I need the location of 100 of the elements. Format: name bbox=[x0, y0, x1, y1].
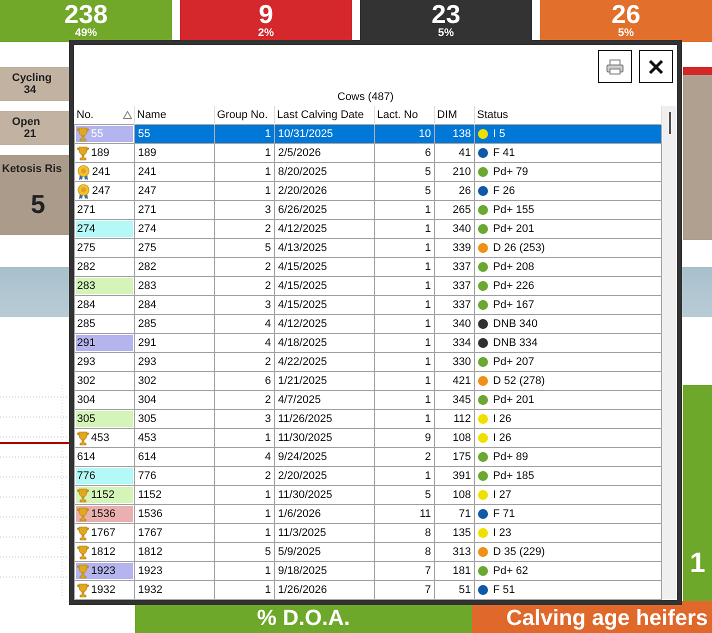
status-text: Pd+ 208 bbox=[493, 261, 534, 273]
table-row[interactable]: 285 285 4 4/12/2025 1 340 DNB 340 bbox=[74, 314, 662, 334]
cow-number: 304 bbox=[77, 394, 96, 406]
trophy-icon bbox=[77, 506, 89, 522]
status-text: F 71 bbox=[493, 508, 516, 520]
cow-number: 1152 bbox=[91, 489, 115, 501]
tile-count: 21 bbox=[22, 128, 38, 140]
status-text: D 26 (253) bbox=[493, 242, 545, 254]
trophy-icon bbox=[77, 126, 89, 142]
status-text: Pd+ 201 bbox=[493, 394, 534, 406]
tile-percent: 2% bbox=[258, 27, 274, 39]
summary-tile[interactable]: 9 2% bbox=[180, 0, 352, 42]
table-row[interactable]: 275 275 5 4/13/2025 1 339 D 26 (253) bbox=[74, 238, 662, 258]
status-text: DNB 334 bbox=[493, 337, 538, 349]
status-text: D 52 (278) bbox=[493, 375, 545, 387]
status-text: Pd+ 79 bbox=[493, 166, 528, 178]
column-header[interactable]: Name bbox=[137, 109, 166, 121]
trophy-icon bbox=[77, 564, 89, 578]
table-row[interactable]: 283 283 2 4/15/2025 1 337 Pd+ 226 bbox=[74, 276, 662, 296]
table-row[interactable]: 189 189 1 2/5/2026 6 41 F 41 bbox=[74, 144, 662, 162]
column-header[interactable]: Last Calving Date bbox=[277, 109, 364, 121]
column-header[interactable]: Status bbox=[477, 109, 508, 121]
status-text: F 51 bbox=[493, 584, 516, 596]
table-row[interactable]: 1812 1812 5 5/9/2025 8 313 D 35 (229) bbox=[74, 542, 662, 562]
cow-number: 274 bbox=[77, 223, 96, 235]
cow-number: 302 bbox=[77, 375, 96, 387]
column-header[interactable]: No. bbox=[76, 109, 94, 121]
sort-ascending-icon[interactable] bbox=[123, 111, 132, 119]
cow-number: 271 bbox=[77, 204, 96, 216]
table-row[interactable]: 302 302 6 1/21/2025 1 421 D 52 (278) bbox=[74, 372, 662, 390]
tile-count: 26 bbox=[612, 1, 640, 27]
table-row[interactable]: 247 247 1 2/20/2026 5 26 F 26 bbox=[74, 182, 662, 200]
table-row[interactable]: 1152 1152 1 11/30/2025 5 108 I 27 bbox=[74, 486, 662, 504]
table-row[interactable]: 271 271 3 6/26/2025 1 265 Pd+ 155 bbox=[74, 200, 662, 220]
cow-number: 284 bbox=[77, 299, 96, 311]
trophy-icon bbox=[77, 146, 89, 160]
tile-label: Cycling bbox=[12, 72, 52, 84]
status-text: I 5 bbox=[493, 128, 506, 140]
cow-number: 1812 bbox=[91, 546, 116, 558]
cow-number: 247 bbox=[92, 185, 110, 197]
cow-number: 1932 bbox=[91, 584, 116, 596]
cow-number: 776 bbox=[77, 470, 96, 482]
scrollbar[interactable] bbox=[662, 106, 677, 600]
status-text: D 35 (229) bbox=[493, 546, 545, 558]
tile-label: Ketosis Ris bbox=[2, 163, 62, 175]
table-row[interactable]: 293 293 2 4/22/2025 1 330 Pd+ 207 bbox=[74, 352, 662, 372]
table-row[interactable]: 1536 1536 1 1/6/2026 11 71 F 71 bbox=[74, 504, 662, 524]
table-row[interactable]: 453 453 1 11/30/2025 9 108 I 26 bbox=[74, 428, 662, 448]
table-cell: 1 bbox=[214, 580, 274, 600]
table-row[interactable]: 776 776 2 2/20/2025 1 391 Pd+ 185 bbox=[74, 466, 662, 486]
table-cell: 51 bbox=[434, 580, 474, 600]
tile-count: 5 bbox=[30, 189, 46, 220]
status-text: Pd+ 185 bbox=[493, 470, 534, 482]
summary-tile[interactable]: 23 5% bbox=[360, 0, 532, 42]
status-text: Pd+ 226 bbox=[493, 280, 534, 292]
table-row[interactable]: 1932 1932 1 1/26/2026 7 51 F 51 bbox=[74, 580, 662, 600]
trophy-icon bbox=[77, 582, 89, 598]
status-text: Pd+ 155 bbox=[493, 204, 534, 216]
cow-number: 1767 bbox=[91, 527, 116, 539]
tile-count: 9 bbox=[258, 1, 274, 27]
table-row[interactable]: 1767 1767 1 11/3/2025 8 135 I 23 bbox=[74, 524, 662, 542]
cow-number: 241 bbox=[92, 166, 110, 178]
cow-number: 282 bbox=[77, 261, 96, 273]
table-row[interactable]: 304 304 2 4/7/2025 1 345 Pd+ 201 bbox=[74, 390, 662, 410]
table-row[interactable]: 241 241 1 8/20/2025 5 210 Pd+ 79 bbox=[74, 162, 662, 182]
tile-percent: 5% bbox=[438, 27, 454, 39]
stat-tile[interactable] bbox=[683, 67, 712, 240]
print-button[interactable] bbox=[598, 50, 632, 83]
cow-number: 453 bbox=[91, 432, 110, 444]
status-text: Pd+ 167 bbox=[493, 299, 534, 311]
table-title: Cows (487) bbox=[336, 90, 395, 105]
column-header[interactable]: Lact. No bbox=[377, 109, 418, 121]
cow-number: 275 bbox=[77, 242, 96, 254]
table-row[interactable]: 55 55 1 10/31/2025 10 138 I 5 bbox=[74, 124, 662, 144]
medal-icon bbox=[77, 184, 90, 198]
status-text: DNB 340 bbox=[493, 318, 538, 330]
status-text: F 26 bbox=[493, 185, 516, 197]
column-header[interactable]: Group No. bbox=[217, 109, 268, 121]
table-row[interactable]: 614 614 4 9/24/2025 2 175 Pd+ 89 bbox=[74, 448, 662, 466]
table-row[interactable]: 305 305 3 11/26/2025 1 112 I 26 bbox=[74, 410, 662, 428]
tile-count: 23 bbox=[432, 1, 460, 27]
table-row[interactable]: 274 274 2 4/12/2025 1 340 Pd+ 201 bbox=[74, 220, 662, 238]
scrollbar-thumb[interactable] bbox=[669, 112, 671, 134]
column-header[interactable]: DIM bbox=[437, 109, 458, 121]
tile-count: 1 bbox=[690, 547, 706, 579]
status-text: I 23 bbox=[493, 527, 512, 539]
close-button[interactable] bbox=[639, 50, 673, 83]
table-cell: 1932 bbox=[134, 580, 214, 600]
status-text: F 41 bbox=[493, 147, 516, 159]
cow-number: 293 bbox=[77, 356, 96, 368]
table-row[interactable]: 1923 1923 1 9/18/2025 7 181 Pd+ 62 bbox=[74, 562, 662, 580]
cow-number: 55 bbox=[91, 128, 104, 140]
tile-percent: 49% bbox=[74, 27, 98, 39]
table-row[interactable]: 291 291 4 4/18/2025 1 334 DNB 334 bbox=[74, 334, 662, 352]
tile-count: 238 bbox=[64, 1, 108, 27]
cow-number: 1536 bbox=[91, 508, 116, 520]
cow-number: 305 bbox=[77, 413, 96, 425]
table-row[interactable]: 282 282 2 4/15/2025 1 337 Pd+ 208 bbox=[74, 258, 662, 276]
status-text: I 26 bbox=[493, 413, 512, 425]
table-row[interactable]: 284 284 3 4/15/2025 1 337 Pd+ 167 bbox=[74, 296, 662, 314]
